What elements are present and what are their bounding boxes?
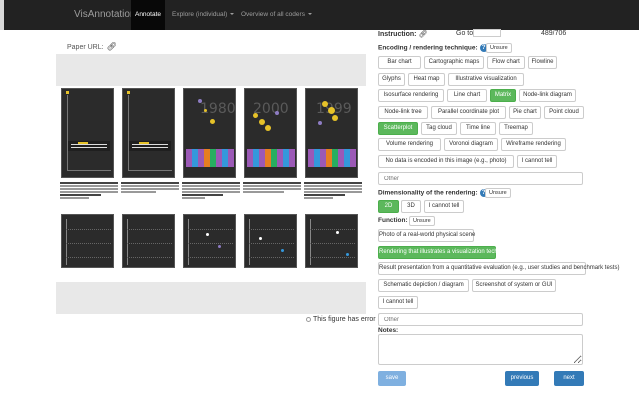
option-treemap[interactable]: Treemap [499,122,533,135]
figure-phone-4: 2000 [244,88,297,178]
figure-caption-4 [243,182,301,194]
nav-annotate[interactable]: Annotate [131,0,165,30]
figure-caption-2 [121,182,179,194]
option-no-data-encoded[interactable]: No data is encoded in this image (e.g., … [378,155,514,168]
figure-phone-6 [61,214,114,268]
encoding-other-input[interactable] [378,172,583,185]
option-volume-rendering[interactable]: Volume rendering [378,138,441,151]
nav-explore-label: Explore (individual) [172,11,228,18]
option-parallel-coordinate-plot[interactable]: Parallel coordinate plot [431,106,506,119]
figure-caption-3 [182,182,240,200]
chevron-down-icon [230,13,235,16]
chevron-down-icon [307,13,312,16]
figure-phone-7 [122,214,175,268]
encoding-unsure-button[interactable]: Unsure [486,43,512,53]
option-function-cannot-tell[interactable]: I cannot tell [378,296,418,309]
function-label: Function: [378,217,408,224]
option-heat-map[interactable]: Heat map [408,73,445,86]
option-3d[interactable]: 3D [401,200,421,213]
figure-caption-1 [60,182,118,200]
figure-image: 1980 2000 1999 [56,86,366,282]
encoding-label: Encoding / rendering technique: [378,44,478,52]
option-photo-real-world[interactable]: Photo of a real-world physical scene [378,229,475,242]
option-time-line[interactable]: Time line [460,122,496,135]
option-result-presentation[interactable]: Result presentation from a quantitative … [378,262,619,275]
top-navbar: VisAnnotation Annotate Explore (individu… [0,0,639,30]
option-matrix[interactable]: Matrix [490,89,516,102]
option-illustrative-visualization[interactable]: Illustrative visualization [448,73,524,86]
option-cartographic-maps[interactable]: Cartographic maps [424,56,484,69]
option-flow-chart[interactable]: Flow chart [487,56,525,69]
figure-year-2: 2000 [253,101,289,117]
paper-url-label: Paper URL: [67,44,104,51]
option-pie-chart[interactable]: Pie chart [509,106,541,119]
next-button[interactable]: next [554,371,584,386]
figure-phone-1 [61,88,114,178]
dimensionality-label: Dimensionality of the rendering: [378,189,478,197]
goto-input[interactable] [473,29,501,37]
option-voronoi-diagram[interactable]: Voronoi diagram [444,138,498,151]
function-other-input[interactable] [378,313,583,326]
figure-phone-2 [122,88,175,178]
function-unsure-button[interactable]: Unsure [409,216,435,226]
option-point-cloud[interactable]: Point cloud [544,106,584,119]
figure-error-option[interactable]: This figure has error [306,316,376,323]
notes-label: Notes: [378,327,399,334]
option-node-link-diagram[interactable]: Node-link diagram [519,89,576,102]
option-rendering-illustrates-technique[interactable]: Rendering that illustrates a visualizati… [378,246,512,259]
previous-button[interactable]: previous [505,371,539,386]
option-dimensionality-cannot-tell[interactable]: I cannot tell [424,200,464,213]
option-encoding-cannot-tell[interactable]: I cannot tell [517,155,557,168]
option-2d[interactable]: 2D [378,200,399,213]
figure-phone-3: 1980 [183,88,236,178]
paper-url: Paper URL: 🔗︎ [67,42,117,51]
dimensionality-section-label: Dimensionality of the rendering:? [378,189,488,197]
figure-phone-8 [183,214,236,268]
figure-phone-9 [244,214,297,268]
navbar-edge [0,0,4,30]
option-bar-chart[interactable]: Bar chart [378,56,421,69]
goto-label: Go to [456,30,474,37]
nav-overview-label: Overview of all coders [241,11,305,18]
error-checkbox[interactable] [306,316,311,322]
instruction-label: Instruction: [378,31,417,38]
link-icon[interactable]: 🔗︎ [107,42,117,51]
figure-phone-10 [305,214,358,268]
figure-phone-5: 1999 [305,88,358,178]
instruction: Instruction: 🔗︎ [378,30,427,38]
brand-logo[interactable]: VisAnnotation [74,9,136,20]
option-isosurface-rendering[interactable]: Isosurface rendering [378,89,444,102]
link-icon[interactable]: 🔗︎ [418,31,427,38]
option-wireframe-rendering[interactable]: Wireframe rendering [501,138,566,151]
option-flowline[interactable]: Flowline [528,56,557,69]
encoding-section-label: Encoding / rendering technique:? [378,44,488,52]
option-screenshot-gui[interactable]: Screenshot of system or GUI [472,279,556,292]
nav-overview[interactable]: Overview of all coders [241,0,312,30]
nav-explore[interactable]: Explore (individual) [172,0,235,30]
option-line-chart[interactable]: Line chart [447,89,487,102]
figure-counter: 489/706 [541,30,567,37]
save-button[interactable]: save [378,371,406,386]
option-scatterplot[interactable]: Scatterplot [378,122,418,135]
option-tag-cloud[interactable]: Tag cloud [421,122,457,135]
option-glyphs[interactable]: Glyphs [378,73,405,86]
notes-textarea[interactable] [378,334,583,365]
figure-caption-5 [304,182,362,200]
error-label: This figure has error [313,316,376,323]
option-schematic-diagram[interactable]: Schematic depiction / diagram [378,279,469,292]
option-node-link-tree[interactable]: Node-link tree [378,106,428,119]
dimensionality-unsure-button[interactable]: Unsure [485,188,511,198]
